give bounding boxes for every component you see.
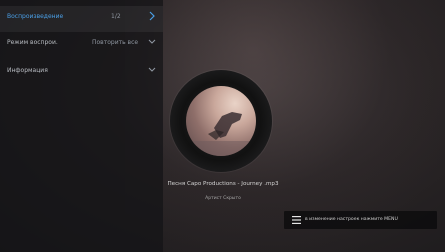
track-counter: 1/2 [111,13,121,20]
sidebar-item-label: Воспроизведение [7,13,64,20]
track-title: Песня Capo Productions - Journey .mp3 [167,181,279,187]
sidebar-item-label: Режим воспрои. [7,39,58,46]
player-screen: Воспроизведение 1/2 Режим воспрои. Повто… [0,0,445,252]
menu-hint-bar: в изменение настроек нажмите MENU [284,211,437,229]
chevron-right-icon [149,11,155,21]
sidebar-item-playback[interactable]: Воспроизведение 1/2 [0,6,163,32]
track-artist: Артист Скрыто [205,196,241,201]
settings-sidebar: Воспроизведение 1/2 Режим воспрои. Повто… [0,0,163,252]
album-art-image [186,112,256,156]
chevron-down-icon [148,67,156,72]
sidebar-item-repeat-mode[interactable]: Режим воспрои. Повторить все [0,32,163,58]
menu-hint-text: в изменение настроек нажмите MENU [305,217,398,222]
sidebar-item-label: Информация [7,67,48,74]
menu-icon [292,216,301,224]
chevron-down-icon [148,39,156,44]
repeat-mode-value: Повторить все [92,39,139,46]
vinyl-disc [170,70,272,172]
sidebar-item-information[interactable]: Информация [0,60,163,86]
album-art [186,86,256,156]
